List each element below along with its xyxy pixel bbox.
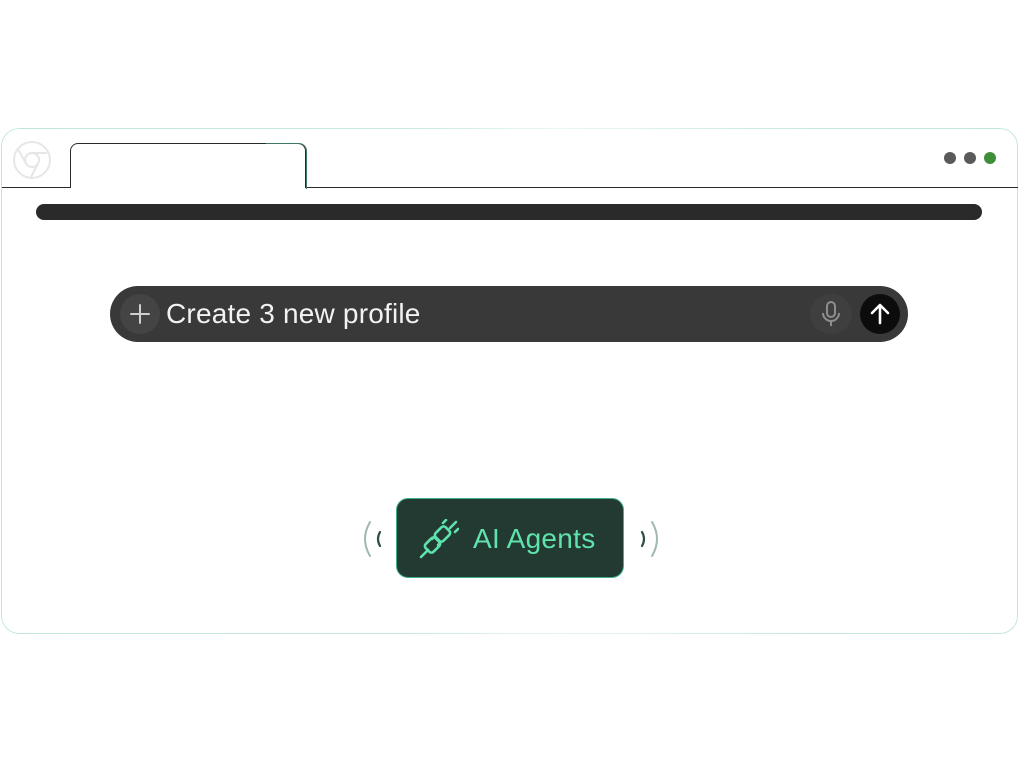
stage: Create 3 new profile AI Agents [0,0,1020,762]
add-attachment-button[interactable] [120,294,160,334]
browser-logo-icon [12,140,52,180]
signal-waves-left [358,520,388,558]
browser-tab[interactable] [70,142,307,189]
window-control-dot[interactable] [944,152,956,164]
window-control-dot[interactable] [964,152,976,164]
address-bar[interactable] [36,204,982,220]
arrow-up-icon [870,303,890,325]
voice-input-button[interactable] [810,294,852,334]
ai-agents-badge[interactable]: AI Agents [396,498,624,578]
plug-icon [419,519,459,559]
plus-icon [130,304,150,324]
microphone-icon [822,301,840,326]
ai-agents-label: AI Agents [473,523,596,554]
prompt-text[interactable]: Create 3 new profile [166,286,421,342]
send-button[interactable] [860,294,900,334]
signal-waves-right [634,520,664,558]
tab-accent [265,142,307,189]
prompt-input[interactable]: Create 3 new profile [110,286,908,342]
window-control-dot[interactable] [984,152,996,164]
window-controls [944,152,996,164]
